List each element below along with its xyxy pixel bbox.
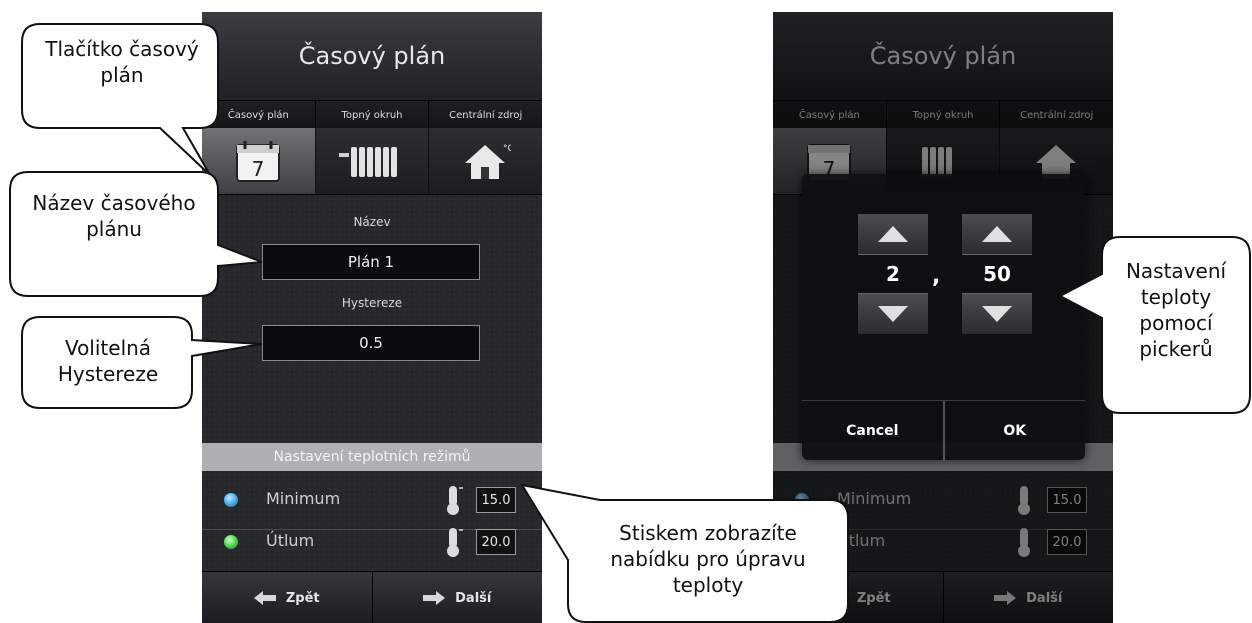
callout-hysteresis-text: Volitelná Hystereze <box>57 336 159 386</box>
callout-schedule-button-text: Tlačítko časový plán <box>45 37 199 87</box>
callout-picker-info-text: Nastavení teploty pomocí pickerů <box>1125 259 1227 361</box>
callout-schedule-name-text: Název časového plánu <box>32 191 196 241</box>
callout-temperature-edit-text: Stiskem zobrazíte nabídku pro úpravu tep… <box>610 521 806 597</box>
